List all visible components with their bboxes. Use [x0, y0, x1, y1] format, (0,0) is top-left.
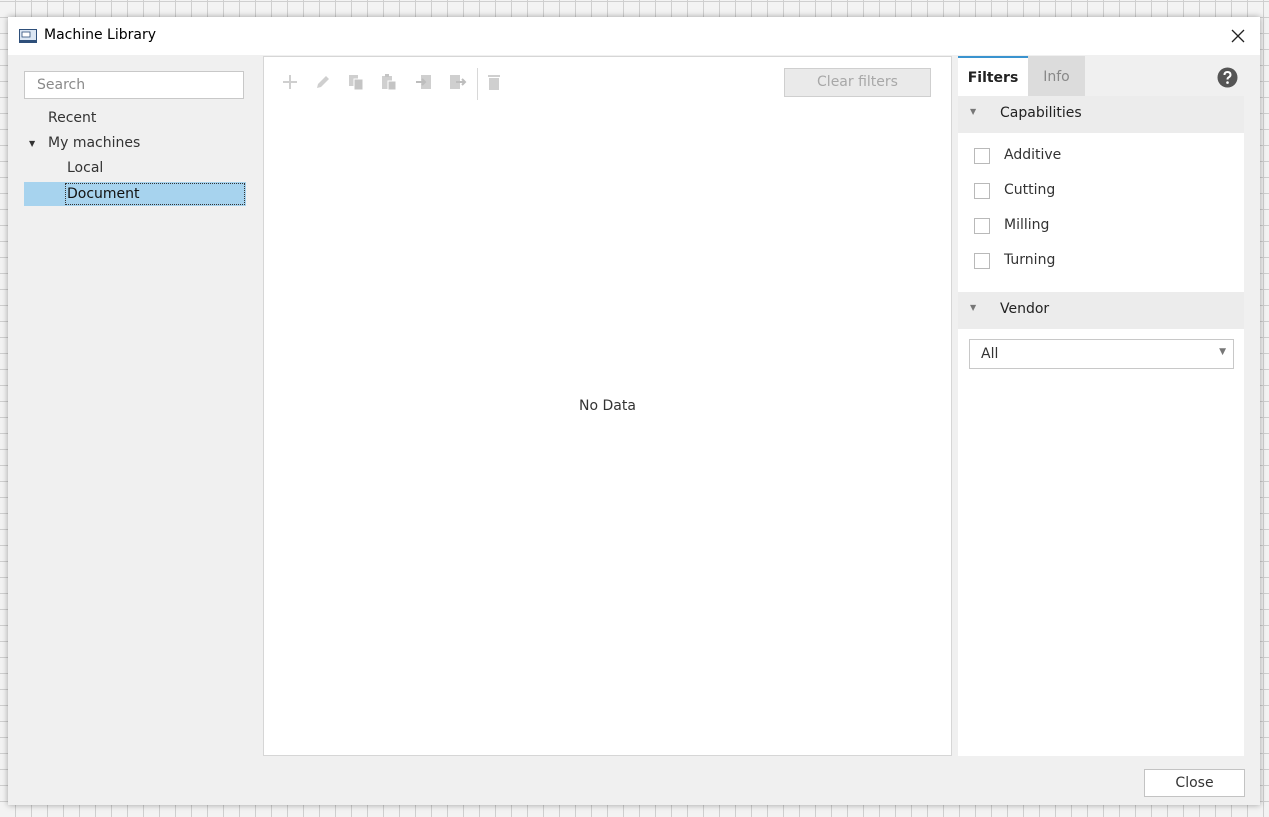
title-bar: Machine Library — [8, 17, 1260, 55]
tree-item-recent[interactable]: Recent — [48, 107, 96, 129]
tree-item-my-machines[interactable]: My machines — [48, 132, 140, 154]
vendor-label: Vendor — [1000, 301, 1050, 317]
checkbox-cutting[interactable] — [974, 183, 990, 199]
import-icon[interactable] — [414, 72, 434, 92]
checkbox-label: Milling — [1004, 217, 1050, 233]
empty-state-text: No Data — [579, 398, 636, 414]
copy-icon[interactable] — [346, 72, 366, 92]
expand-arrow-icon[interactable]: ▼ — [29, 139, 35, 148]
checkbox-milling[interactable] — [974, 218, 990, 234]
close-button[interactable]: Close — [1144, 769, 1245, 797]
machine-library-icon — [19, 29, 37, 43]
vendor-section-header[interactable]: ▼ Vendor — [958, 292, 1244, 329]
clear-filters-button[interactable]: Clear filters — [784, 68, 931, 97]
checkbox-label: Additive — [1004, 147, 1062, 163]
tab-filters[interactable]: Filters — [958, 56, 1028, 96]
window-title: Machine Library — [44, 27, 157, 43]
collapse-arrow-icon: ▼ — [970, 303, 977, 312]
vendor-select-value: All — [981, 346, 999, 362]
checkbox-label: Turning — [1004, 252, 1056, 268]
search-input[interactable] — [24, 71, 244, 99]
tree-item-document[interactable]: Document — [67, 183, 140, 205]
edit-icon[interactable] — [313, 72, 333, 92]
tree-item-local[interactable]: Local — [67, 157, 103, 179]
vendor-select[interactable]: All ▼ — [969, 339, 1234, 369]
checkbox-label: Cutting — [1004, 182, 1056, 198]
close-icon[interactable] — [1228, 26, 1248, 46]
capabilities-label: Capabilities — [1000, 105, 1082, 121]
machine-list-pane: Clear filters No Data — [263, 56, 952, 756]
filters-panel: Filters Info ▼ Capabilities Additive Cut… — [958, 56, 1244, 756]
delete-icon[interactable] — [484, 72, 504, 92]
panel-tabs: Filters Info — [958, 56, 1244, 96]
export-icon[interactable] — [447, 72, 467, 92]
toolbar-separator — [477, 68, 478, 100]
chevron-down-icon: ▼ — [1219, 347, 1226, 357]
capabilities-section-header[interactable]: ▼ Capabilities — [958, 96, 1244, 133]
machine-library-dialog: Machine Library Recent ▼ My machines Loc… — [8, 17, 1260, 805]
checkbox-additive[interactable] — [974, 148, 990, 164]
paste-icon[interactable] — [379, 72, 399, 92]
help-icon[interactable] — [1217, 67, 1238, 88]
collapse-arrow-icon: ▼ — [970, 107, 977, 116]
add-icon[interactable] — [280, 72, 300, 92]
tab-info[interactable]: Info — [1028, 56, 1085, 96]
checkbox-turning[interactable] — [974, 253, 990, 269]
